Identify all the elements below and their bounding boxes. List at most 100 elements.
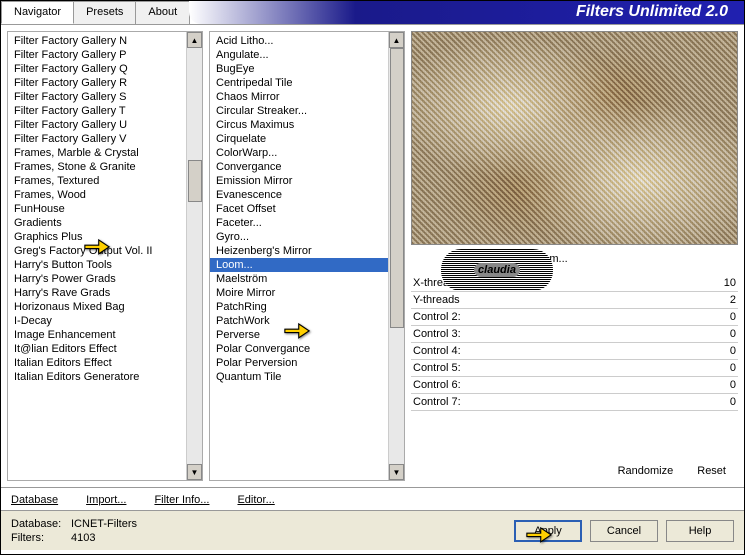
category-item[interactable]: Graphics Plus [8, 230, 186, 244]
category-item[interactable]: Harry's Power Grads [8, 272, 186, 286]
filter-item[interactable]: Gyro... [210, 230, 388, 244]
param-row[interactable]: Control 3: 0 [411, 326, 738, 343]
editor-button[interactable]: Editor... [237, 494, 274, 506]
param-row[interactable]: Control 7: 0 [411, 394, 738, 411]
category-item[interactable]: Image Enhancement [8, 328, 186, 342]
filter-item[interactable]: Evanescence [210, 188, 388, 202]
param-row[interactable]: Control 4: 0 [411, 343, 738, 360]
category-item[interactable]: Harry's Button Tools [8, 258, 186, 272]
filter-item[interactable]: Loom... [210, 258, 388, 272]
category-item[interactable]: I-Decay [8, 314, 186, 328]
param-value: 0 [730, 311, 736, 323]
filter-item[interactable]: Polar Convergance [210, 342, 388, 356]
category-item[interactable]: Harry's Rave Grads [8, 286, 186, 300]
filter-item[interactable]: Moire Mirror [210, 286, 388, 300]
scroll-thumb[interactable] [188, 160, 202, 202]
filter-list[interactable]: Acid Litho...Angulate...BugEyeCentripeda… [209, 31, 405, 481]
filter-item[interactable]: BugEye [210, 62, 388, 76]
param-value: 0 [730, 362, 736, 374]
category-item[interactable]: Italian Editors Generatore [8, 370, 186, 384]
status-bar: Database:ICNET-Filters Filters:4103 [11, 517, 137, 545]
category-item[interactable]: Frames, Textured [8, 174, 186, 188]
tab-about[interactable]: About [135, 1, 190, 24]
watermark-badge: claudia [441, 249, 553, 291]
category-item[interactable]: Filter Factory Gallery S [8, 90, 186, 104]
parameter-list: X-threads10Y-threads2Control 2:0Control … [411, 275, 738, 457]
scroll-down-icon[interactable]: ▼ [389, 464, 404, 480]
title-band: Filters Unlimited 2.0 [189, 1, 744, 24]
category-item[interactable]: Frames, Stone & Granite [8, 160, 186, 174]
tab-presets[interactable]: Presets [73, 1, 136, 24]
category-item[interactable]: Horizonaus Mixed Bag [8, 300, 186, 314]
filter-item[interactable]: Acid Litho... [210, 34, 388, 48]
filter-item[interactable]: ColorWarp... [210, 146, 388, 160]
apply-button[interactable]: Apply [514, 520, 582, 542]
filter-item[interactable]: Perverse [210, 328, 388, 342]
param-name: Control 7: [413, 396, 461, 408]
param-value: 0 [730, 396, 736, 408]
filter-item[interactable]: Angulate... [210, 48, 388, 62]
param-name: Y-threads [413, 294, 460, 306]
param-row[interactable]: Control 6: 0 [411, 377, 738, 394]
category-item[interactable]: Greg's Factory Output Vol. II [8, 244, 186, 258]
param-name: Control 5: [413, 362, 461, 374]
category-scrollbar[interactable]: ▲ ▼ [186, 32, 202, 480]
category-item[interactable]: FunHouse [8, 202, 186, 216]
param-value: 0 [730, 328, 736, 340]
filter-item[interactable]: Convergance [210, 160, 388, 174]
filter-item[interactable]: Centripedal Tile [210, 76, 388, 90]
filter-item[interactable]: Circus Maximus [210, 118, 388, 132]
scroll-thumb[interactable] [390, 48, 404, 328]
param-name: Control 3: [413, 328, 461, 340]
category-item[interactable]: Frames, Wood [8, 188, 186, 202]
help-button[interactable]: Help [666, 520, 734, 542]
filter-info-button[interactable]: Filter Info... [154, 494, 209, 506]
category-list[interactable]: Filter Factory Gallery NFilter Factory G… [7, 31, 203, 481]
scroll-down-icon[interactable]: ▼ [187, 464, 202, 480]
filter-scrollbar[interactable]: ▲ ▼ [388, 32, 404, 480]
category-item[interactable]: Filter Factory Gallery U [8, 118, 186, 132]
param-name: Control 6: [413, 379, 461, 391]
category-item[interactable]: Filter Factory Gallery V [8, 132, 186, 146]
param-value: 0 [730, 379, 736, 391]
preview-image [411, 31, 738, 245]
filter-item[interactable]: Emission Mirror [210, 174, 388, 188]
filter-item[interactable]: Quantum Tile [210, 370, 388, 384]
scroll-up-icon[interactable]: ▲ [389, 32, 404, 48]
category-item[interactable]: Filter Factory Gallery R [8, 76, 186, 90]
param-value: 2 [730, 294, 736, 306]
param-row[interactable]: Y-threads 2 [411, 292, 738, 309]
param-value: 10 [724, 277, 736, 289]
tab-navigator[interactable]: Navigator [1, 1, 74, 24]
database-button[interactable]: Database [11, 494, 58, 506]
param-row[interactable]: Control 2: 0 [411, 309, 738, 326]
import-button[interactable]: Import... [86, 494, 126, 506]
filter-item[interactable]: Circular Streaker... [210, 104, 388, 118]
filter-item[interactable]: Heizenberg's Mirror [210, 244, 388, 258]
filter-item[interactable]: Facet Offset [210, 202, 388, 216]
filter-item[interactable]: Faceter... [210, 216, 388, 230]
filter-item[interactable]: Polar Perversion [210, 356, 388, 370]
cancel-button[interactable]: Cancel [590, 520, 658, 542]
category-item[interactable]: Filter Factory Gallery T [8, 104, 186, 118]
filter-item[interactable]: Chaos Mirror [210, 90, 388, 104]
filter-item[interactable]: Maelström [210, 272, 388, 286]
filter-item[interactable]: PatchRing [210, 300, 388, 314]
category-item[interactable]: Frames, Marble & Crystal [8, 146, 186, 160]
category-item[interactable]: It@lian Editors Effect [8, 342, 186, 356]
reset-button[interactable]: Reset [697, 465, 726, 477]
category-item[interactable]: Gradients [8, 216, 186, 230]
category-item[interactable]: Filter Factory Gallery P [8, 48, 186, 62]
param-row[interactable]: Control 5: 0 [411, 360, 738, 377]
randomize-button[interactable]: Randomize [618, 465, 674, 477]
filter-item[interactable]: Cirquelate [210, 132, 388, 146]
param-name: Control 2: [413, 311, 461, 323]
tab-bar: Navigator Presets About [1, 1, 189, 24]
param-name: Control 4: [413, 345, 461, 357]
category-item[interactable]: Italian Editors Effect [8, 356, 186, 370]
param-value: 0 [730, 345, 736, 357]
scroll-up-icon[interactable]: ▲ [187, 32, 202, 48]
filter-item[interactable]: PatchWork [210, 314, 388, 328]
category-item[interactable]: Filter Factory Gallery N [8, 34, 186, 48]
category-item[interactable]: Filter Factory Gallery Q [8, 62, 186, 76]
